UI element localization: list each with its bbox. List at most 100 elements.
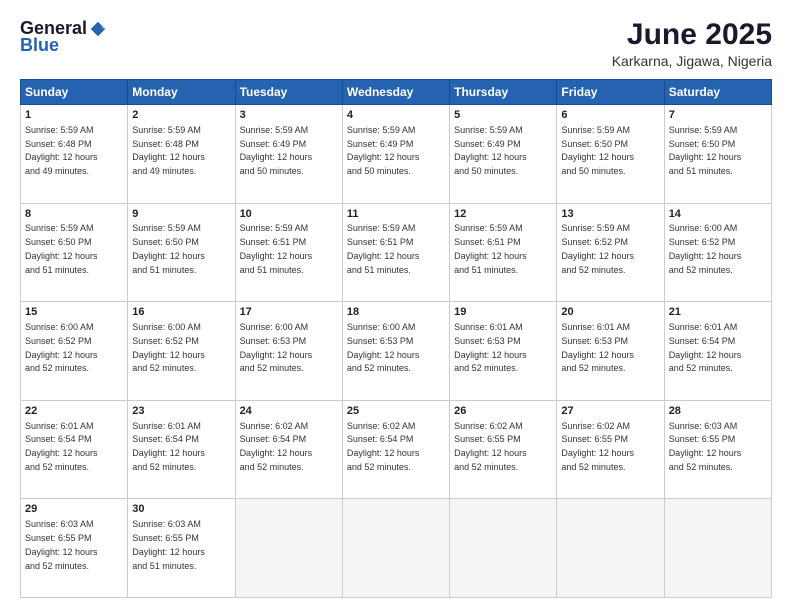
col-saturday: Saturday	[664, 80, 771, 105]
day-number: 19	[454, 305, 552, 320]
table-row	[557, 499, 664, 598]
title-block: June 2025 Karkarna, Jigawa, Nigeria	[612, 18, 772, 69]
day-number: 13	[561, 207, 659, 222]
table-row: 18 Sunrise: 6:00 AMSunset: 6:53 PMDayligh…	[342, 302, 449, 401]
day-number: 30	[132, 502, 230, 517]
col-friday: Friday	[557, 80, 664, 105]
calendar-table: Sunday Monday Tuesday Wednesday Thursday…	[20, 79, 772, 598]
day-number: 14	[669, 207, 767, 222]
month-title: June 2025	[612, 18, 772, 51]
day-number: 27	[561, 404, 659, 419]
day-number: 12	[454, 207, 552, 222]
table-row: 26 Sunrise: 6:02 AMSunset: 6:55 PMDayligh…	[450, 400, 557, 499]
day-number: 18	[347, 305, 445, 320]
table-row: 4Sunrise: 5:59 AMSunset: 6:49 PMDaylight…	[342, 105, 449, 204]
calendar-week-row: 22 Sunrise: 6:01 AMSunset: 6:54 PMDayligh…	[21, 400, 772, 499]
day-info: Sunrise: 6:02 AMSunset: 6:54 PMDaylight:…	[347, 421, 420, 472]
table-row: 23 Sunrise: 6:01 AMSunset: 6:54 PMDayligh…	[128, 400, 235, 499]
table-row: 9Sunrise: 5:59 AMSunset: 6:50 PMDaylight…	[128, 203, 235, 302]
day-info: Sunrise: 5:59 AMSunset: 6:50 PMDaylight:…	[132, 223, 205, 274]
day-info: Sunrise: 5:59 AMSunset: 6:48 PMDaylight:…	[132, 125, 205, 176]
day-info: Sunrise: 5:59 AMSunset: 6:50 PMDaylight:…	[561, 125, 634, 176]
day-info: Sunrise: 6:00 AMSunset: 6:53 PMDaylight:…	[347, 322, 420, 373]
location-subtitle: Karkarna, Jigawa, Nigeria	[612, 53, 772, 69]
table-row	[664, 499, 771, 598]
table-row: 30Sunrise: 6:03 AMSunset: 6:55 PMDayligh…	[128, 499, 235, 598]
table-row: 12Sunrise: 5:59 AMSunset: 6:51 PMDayligh…	[450, 203, 557, 302]
day-number: 1	[25, 108, 123, 123]
day-info: Sunrise: 5:59 AMSunset: 6:50 PMDaylight:…	[25, 223, 98, 274]
calendar-week-row: 29 Sunrise: 6:03 AMSunset: 6:55 PMDayligh…	[21, 499, 772, 598]
day-number: 29	[25, 502, 123, 517]
calendar-week-row: 15 Sunrise: 6:00 AMSunset: 6:52 PMDayligh…	[21, 302, 772, 401]
day-number: 7	[669, 108, 767, 123]
table-row	[342, 499, 449, 598]
day-info: Sunrise: 6:01 AMSunset: 6:54 PMDaylight:…	[25, 421, 98, 472]
table-row: 21 Sunrise: 6:01 AMSunset: 6:54 PMDayligh…	[664, 302, 771, 401]
day-number: 24	[240, 404, 338, 419]
day-info: Sunrise: 6:00 AMSunset: 6:52 PMDaylight:…	[25, 322, 98, 373]
day-info: Sunrise: 6:03 AMSunset: 6:55 PMDaylight:…	[669, 421, 742, 472]
table-row: 27 Sunrise: 6:02 AMSunset: 6:55 PMDayligh…	[557, 400, 664, 499]
table-row: 22 Sunrise: 6:01 AMSunset: 6:54 PMDayligh…	[21, 400, 128, 499]
day-number: 16	[132, 305, 230, 320]
day-number: 20	[561, 305, 659, 320]
day-number: 21	[669, 305, 767, 320]
header: General Blue June 2025 Karkarna, Jigawa,…	[20, 18, 772, 69]
col-sunday: Sunday	[21, 80, 128, 105]
table-row: 3Sunrise: 5:59 AMSunset: 6:49 PMDaylight…	[235, 105, 342, 204]
day-info: Sunrise: 6:01 AMSunset: 6:53 PMDaylight:…	[454, 322, 527, 373]
day-number: 28	[669, 404, 767, 419]
calendar-header-row: Sunday Monday Tuesday Wednesday Thursday…	[21, 80, 772, 105]
day-info: Sunrise: 5:59 AMSunset: 6:51 PMDaylight:…	[240, 223, 313, 274]
day-info: Sunrise: 5:59 AMSunset: 6:52 PMDaylight:…	[561, 223, 634, 274]
day-info: Sunrise: 6:01 AMSunset: 6:54 PMDaylight:…	[669, 322, 742, 373]
col-monday: Monday	[128, 80, 235, 105]
table-row: 24Sunrise: 6:02 AMSunset: 6:54 PMDayligh…	[235, 400, 342, 499]
day-number: 10	[240, 207, 338, 222]
day-info: Sunrise: 5:59 AMSunset: 6:51 PMDaylight:…	[347, 223, 420, 274]
day-number: 26	[454, 404, 552, 419]
day-info: Sunrise: 6:03 AMSunset: 6:55 PMDaylight:…	[25, 519, 98, 570]
table-row: 10Sunrise: 5:59 AMSunset: 6:51 PMDayligh…	[235, 203, 342, 302]
day-info: Sunrise: 6:02 AMSunset: 6:55 PMDaylight:…	[454, 421, 527, 472]
calendar-week-row: 1 Sunrise: 5:59 AMSunset: 6:48 PMDaylight…	[21, 105, 772, 204]
day-info: Sunrise: 6:02 AMSunset: 6:55 PMDaylight:…	[561, 421, 634, 472]
day-number: 23	[132, 404, 230, 419]
day-info: Sunrise: 5:59 AMSunset: 6:48 PMDaylight:…	[25, 125, 98, 176]
day-number: 25	[347, 404, 445, 419]
logo-icon	[89, 20, 107, 38]
day-number: 8	[25, 207, 123, 222]
logo: General Blue	[20, 18, 107, 56]
table-row: 14Sunrise: 6:00 AMSunset: 6:52 PMDayligh…	[664, 203, 771, 302]
day-number: 9	[132, 207, 230, 222]
table-row: 2 Sunrise: 5:59 AMSunset: 6:48 PMDaylight…	[128, 105, 235, 204]
table-row: 15 Sunrise: 6:00 AMSunset: 6:52 PMDayligh…	[21, 302, 128, 401]
col-tuesday: Tuesday	[235, 80, 342, 105]
table-row: 29 Sunrise: 6:03 AMSunset: 6:55 PMDayligh…	[21, 499, 128, 598]
table-row	[235, 499, 342, 598]
logo-blue: Blue	[20, 35, 59, 56]
table-row: 17Sunrise: 6:00 AMSunset: 6:53 PMDayligh…	[235, 302, 342, 401]
table-row: 19 Sunrise: 6:01 AMSunset: 6:53 PMDayligh…	[450, 302, 557, 401]
table-row: 20Sunrise: 6:01 AMSunset: 6:53 PMDayligh…	[557, 302, 664, 401]
day-info: Sunrise: 5:59 AMSunset: 6:51 PMDaylight:…	[454, 223, 527, 274]
day-number: 22	[25, 404, 123, 419]
table-row: 1 Sunrise: 5:59 AMSunset: 6:48 PMDaylight…	[21, 105, 128, 204]
col-wednesday: Wednesday	[342, 80, 449, 105]
day-info: Sunrise: 5:59 AMSunset: 6:49 PMDaylight:…	[347, 125, 420, 176]
table-row: 8Sunrise: 5:59 AMSunset: 6:50 PMDaylight…	[21, 203, 128, 302]
table-row: 5Sunrise: 5:59 AMSunset: 6:49 PMDaylight…	[450, 105, 557, 204]
calendar-week-row: 8Sunrise: 5:59 AMSunset: 6:50 PMDaylight…	[21, 203, 772, 302]
table-row: 28 Sunrise: 6:03 AMSunset: 6:55 PMDayligh…	[664, 400, 771, 499]
day-info: Sunrise: 5:59 AMSunset: 6:49 PMDaylight:…	[240, 125, 313, 176]
day-number: 11	[347, 207, 445, 222]
col-thursday: Thursday	[450, 80, 557, 105]
day-number: 2	[132, 108, 230, 123]
day-number: 15	[25, 305, 123, 320]
table-row: 11Sunrise: 5:59 AMSunset: 6:51 PMDayligh…	[342, 203, 449, 302]
day-number: 5	[454, 108, 552, 123]
table-row: 13Sunrise: 5:59 AMSunset: 6:52 PMDayligh…	[557, 203, 664, 302]
day-number: 17	[240, 305, 338, 320]
day-info: Sunrise: 6:01 AMSunset: 6:54 PMDaylight:…	[132, 421, 205, 472]
